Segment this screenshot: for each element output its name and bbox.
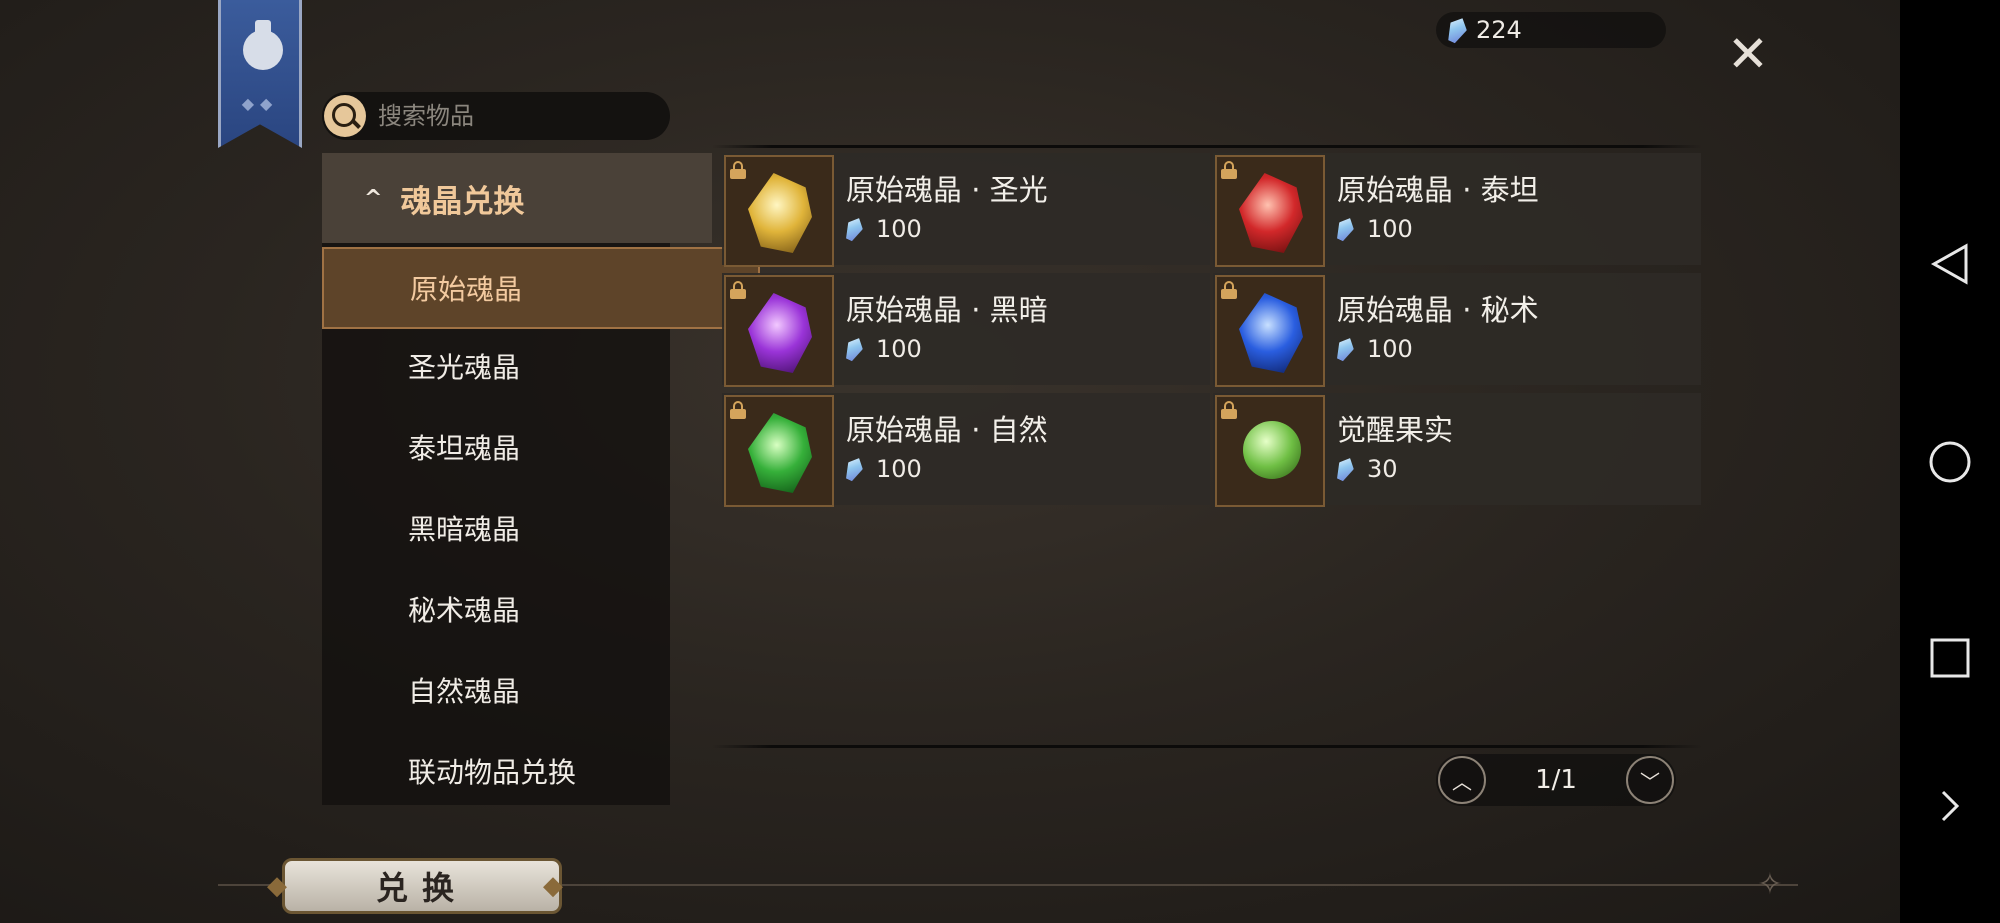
compass-ornament-icon: ✧ [1757, 867, 1783, 902]
soul-gem-icon [1443, 14, 1470, 45]
chevron-right-icon [1941, 790, 1960, 822]
sidebar-item-label: 秘术魂晶 [408, 594, 521, 627]
sidebar-item-dark-crystal[interactable]: 黑暗魂晶 [322, 489, 756, 567]
item-name: 原始魂晶 · 秘术 [1337, 293, 1539, 327]
close-button[interactable]: ✕ [1722, 28, 1774, 80]
item-price: 100 [1337, 215, 1413, 243]
banner-ornament: ◆◆ [241, 94, 279, 113]
item-price-value: 100 [876, 215, 922, 243]
chevron-up-icon: ︿ [1452, 769, 1472, 794]
lock-icon [730, 161, 746, 179]
recents-square-icon [1930, 638, 1970, 678]
item-name: 原始魂晶 · 黑暗 [846, 293, 1048, 327]
soul-gem-icon [1333, 215, 1358, 244]
lock-icon [730, 281, 746, 299]
grid-bottom-divider [712, 745, 1702, 748]
item-icon-frame [724, 155, 834, 267]
sidebar-item-primal-crystal[interactable]: 原始魂晶 [322, 247, 760, 329]
soul-gem-icon [1333, 335, 1358, 364]
shop-item-awakening-fruit[interactable]: 觉醒果实 30 [1213, 393, 1701, 507]
search-icon [324, 95, 366, 137]
sidebar-item-collab-exchange[interactable]: 联动物品兑换 [322, 732, 756, 810]
currency-amount: 224 [1476, 16, 1522, 44]
soul-gem-icon [842, 335, 867, 364]
item-name: 觉醒果实 [1337, 413, 1454, 447]
item-price: 100 [846, 215, 922, 243]
item-name: 原始魂晶 · 圣光 [846, 173, 1048, 207]
soul-gem-icon [842, 215, 867, 244]
item-price-value: 100 [1367, 335, 1413, 363]
shop-item-primal-dark[interactable]: 原始魂晶 · 黑暗 100 [722, 273, 1210, 387]
item-price-value: 100 [1367, 215, 1413, 243]
nav-back-button[interactable] [1900, 224, 2000, 304]
awakening-fruit-icon [1243, 421, 1301, 479]
category-sidebar: ^ 魂晶兑换 原始魂晶 圣光魂晶 泰坦魂晶 黑暗魂晶 秘术魂晶 自然魂晶 联动物… [322, 153, 760, 805]
pagination: ︿ 1/1 ﹀ [1436, 754, 1676, 806]
search-bar[interactable] [322, 92, 670, 140]
soul-gem-icon [842, 455, 867, 484]
item-icon-frame [1215, 275, 1325, 387]
item-name: 原始魂晶 · 自然 [846, 413, 1048, 447]
item-price: 30 [1337, 455, 1398, 483]
item-price: 100 [1337, 335, 1413, 363]
sidebar-item-holy-crystal[interactable]: 圣光魂晶 [322, 327, 756, 405]
sidebar-item-titan-crystal[interactable]: 泰坦魂晶 [322, 408, 756, 486]
shop-item-primal-titan[interactable]: 原始魂晶 · 泰坦 100 [1213, 153, 1701, 267]
item-icon-frame [724, 275, 834, 387]
sidebar-item-label: 自然魂晶 [408, 675, 521, 708]
sidebar-item-label: 原始魂晶 [410, 273, 523, 306]
home-circle-icon [1929, 441, 1971, 483]
sidebar-item-arcane-crystal[interactable]: 秘术魂晶 [322, 570, 756, 648]
nav-home-button[interactable] [1900, 422, 2000, 502]
sidebar-item-nature-crystal[interactable]: 自然魂晶 [322, 651, 756, 729]
search-input[interactable] [376, 101, 660, 131]
page-up-button[interactable]: ︿ [1438, 756, 1486, 804]
back-triangle-icon [1930, 243, 1968, 285]
sidebar-item-label: 黑暗魂晶 [408, 513, 521, 546]
shop-item-primal-holy[interactable]: 原始魂晶 · 圣光 100 [722, 153, 1210, 267]
item-icon-frame [1215, 395, 1325, 507]
item-icon-frame [724, 395, 834, 507]
holy-crystal-icon [748, 173, 812, 253]
item-price: 100 [846, 335, 922, 363]
page-down-button[interactable]: ﹀ [1626, 756, 1674, 804]
grid-top-divider [712, 145, 1702, 148]
shop-item-primal-arcane[interactable]: 原始魂晶 · 秘术 100 [1213, 273, 1701, 387]
item-price-value: 30 [1367, 455, 1398, 483]
sidebar-item-label: 圣光魂晶 [408, 351, 521, 384]
close-icon: ✕ [1727, 25, 1769, 83]
sidebar-item-label: 联动物品兑换 [408, 756, 577, 789]
money-bag-icon [243, 20, 283, 70]
category-header-label: 魂晶兑换 [400, 183, 525, 220]
lock-icon [1221, 161, 1237, 179]
item-price-value: 100 [876, 455, 922, 483]
lock-icon [730, 401, 746, 419]
item-price-value: 100 [876, 335, 922, 363]
titan-crystal-icon [1239, 173, 1303, 253]
item-price: 100 [846, 455, 922, 483]
nav-expand-button[interactable] [1900, 766, 2000, 846]
inventory-banner: ◆◆ [218, 0, 302, 148]
exchange-tab-button[interactable]: 兑换 [267, 858, 577, 914]
item-name: 原始魂晶 · 泰坦 [1337, 173, 1539, 207]
item-icon-frame [1215, 155, 1325, 267]
lock-icon [1221, 281, 1237, 299]
dark-crystal-icon [748, 293, 812, 373]
chevron-down-icon: ﹀ [1640, 769, 1660, 794]
nav-recents-button[interactable] [1900, 618, 2000, 698]
arcane-crystal-icon [1239, 293, 1303, 373]
lock-icon [1221, 401, 1237, 419]
page-indicator: 1/1 [1535, 765, 1577, 795]
currency-display: 224 [1436, 12, 1666, 48]
chevron-up-icon: ^ [364, 185, 383, 211]
category-header-soul-crystal-exchange[interactable]: ^ 魂晶兑换 [322, 153, 712, 243]
sidebar-item-label: 泰坦魂晶 [408, 432, 521, 465]
system-navigation-bar [1900, 0, 2000, 923]
nature-crystal-icon [748, 413, 812, 493]
soul-gem-icon [1333, 455, 1358, 484]
shop-item-primal-nature[interactable]: 原始魂晶 · 自然 100 [722, 393, 1210, 507]
